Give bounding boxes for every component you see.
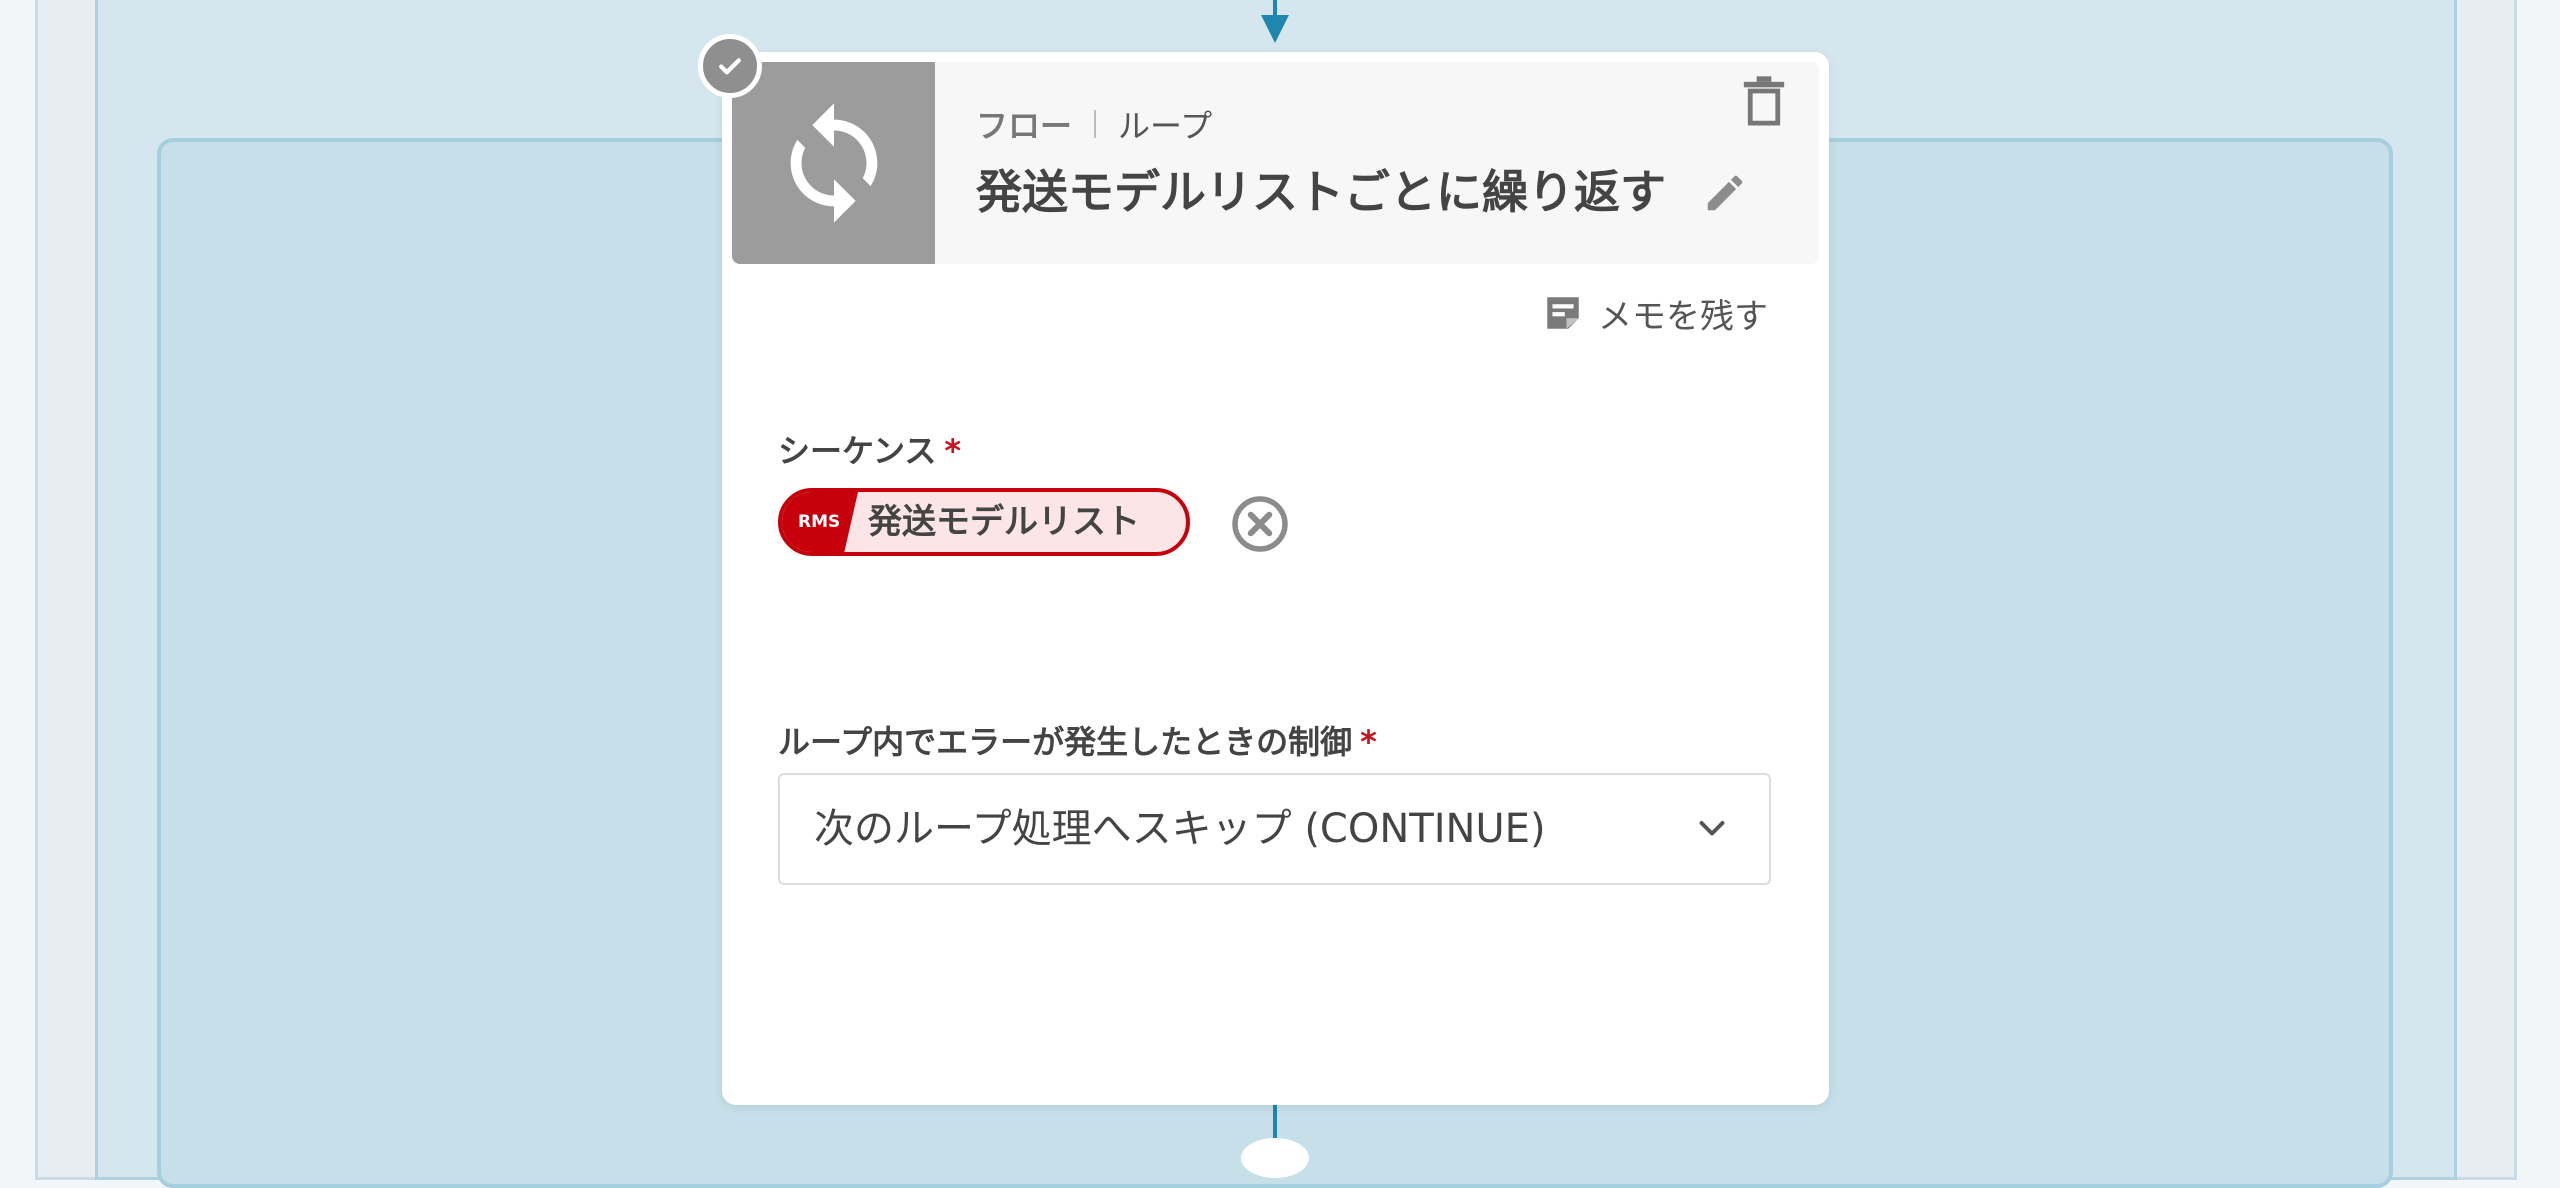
clear-sequence-button[interactable] (1230, 494, 1290, 554)
loop-icon (732, 62, 935, 264)
error-control-label-text: ループ内でエラーが発生したときの制御 (778, 723, 1353, 761)
chevron-down-icon (1699, 821, 1725, 836)
sequence-value-chip[interactable]: RMS 発送モデルリスト (778, 488, 1190, 556)
rms-badge: RMS (782, 492, 858, 552)
delete-node-button[interactable] (1742, 76, 1786, 128)
loop-node-card[interactable]: フロー ループ 発送モデルリストごとに繰り返す メモを残す シーケンス * RMS… (698, 34, 1829, 1105)
memo-icon (1547, 297, 1579, 329)
edit-title-button[interactable] (1702, 170, 1748, 216)
required-mark: * (944, 432, 962, 470)
subcategory-label: ループ (1118, 107, 1213, 145)
required-mark: * (1360, 723, 1377, 761)
chip-label: 発送モデルリスト (868, 502, 1140, 542)
category-divider (1094, 110, 1097, 138)
connector-arrow-icon (1261, 15, 1289, 43)
sequence-label-text: シーケンス (778, 432, 937, 470)
add-step-button[interactable] (1241, 1138, 1309, 1178)
add-memo-button[interactable]: メモを残す (1542, 288, 1768, 338)
node-category: フロー ループ (976, 104, 1213, 145)
memo-label: メモを残す (1598, 296, 1768, 337)
error-control-selected-value: 次のループ処理へスキップ (CONTINUE) (814, 806, 1546, 852)
trash-icon (1743, 76, 1785, 126)
sequence-field-label: シーケンス * (778, 426, 961, 472)
close-circle-icon (1232, 496, 1288, 552)
node-title: 発送モデルリストごとに繰り返す (976, 165, 1666, 219)
category-label: フロー (976, 107, 1073, 145)
pencil-icon (1707, 175, 1743, 211)
check-icon (698, 34, 762, 98)
error-control-field-label: ループ内でエラーが発生したときの制御 * (778, 717, 1377, 763)
error-control-select[interactable]: 次のループ処理へスキップ (CONTINUE) (778, 773, 1771, 885)
